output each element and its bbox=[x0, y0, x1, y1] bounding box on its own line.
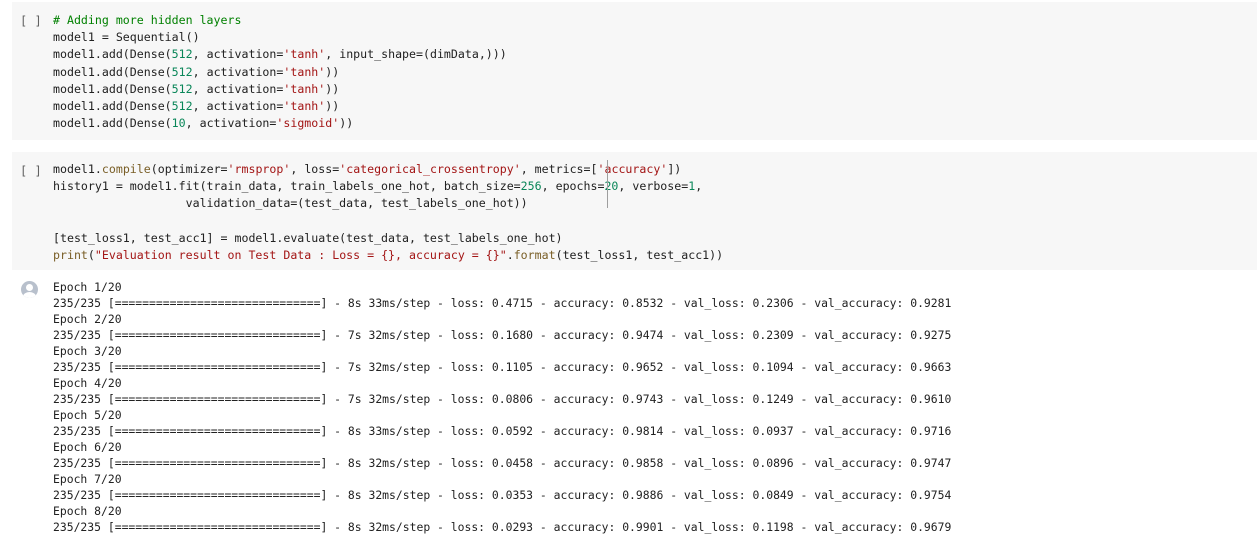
training-progress-line: 235/235 [==============================]… bbox=[53, 296, 952, 310]
code-token: # Adding more hidden layers bbox=[53, 13, 242, 27]
epoch-header-line: Epoch 8/20 bbox=[53, 504, 122, 518]
epoch-header-line: Epoch 3/20 bbox=[53, 344, 122, 358]
training-progress-line: 235/235 [==============================]… bbox=[53, 424, 952, 438]
code-line: model1.add(Dense(512, activation='tanh',… bbox=[53, 46, 507, 63]
code-line: model1.add(Dense(512, activation='tanh')… bbox=[53, 64, 507, 81]
epoch-header-line: Epoch 5/20 bbox=[53, 408, 122, 422]
training-progress-line: 235/235 [==============================]… bbox=[53, 456, 952, 470]
code-token: 'tanh' bbox=[283, 64, 326, 79]
run-cell-button[interactable]: [ ] bbox=[20, 14, 44, 30]
code-token: "Evaluation result on Test Data : Loss =… bbox=[94, 247, 507, 262]
training-progress-line: 235/235 [==============================]… bbox=[53, 520, 952, 534]
code-token: 'rmsprop' bbox=[227, 162, 291, 176]
code-token: format bbox=[513, 247, 556, 262]
code-token: model1.add(Dense( bbox=[53, 81, 172, 96]
code-token: )) bbox=[325, 64, 340, 79]
training-progress-line: 235/235 [==============================]… bbox=[53, 360, 952, 374]
code-line: # Adding more hidden layers bbox=[53, 12, 507, 29]
code-token: , metrics=[ bbox=[520, 162, 598, 176]
code-token: 512 bbox=[171, 81, 193, 96]
training-progress-line: 235/235 [==============================]… bbox=[53, 328, 952, 342]
code-line: model1.add(Dense(512, activation='tanh')… bbox=[53, 98, 507, 115]
code-editor[interactable]: model1.compile(optimizer='rmsprop', loss… bbox=[53, 161, 723, 264]
code-token: model1.add(Dense( bbox=[53, 116, 172, 131]
code-token: 10 bbox=[171, 116, 186, 131]
code-token: print bbox=[53, 247, 88, 262]
code-token: )) bbox=[339, 116, 354, 131]
code-token: , verbose= bbox=[618, 179, 689, 194]
code-line: model1.add(Dense(10, activation='sigmoid… bbox=[53, 115, 507, 132]
code-line: model1.add(Dense(512, activation='tanh')… bbox=[53, 81, 507, 98]
code-token: )) bbox=[325, 98, 340, 113]
code-token: [test_loss1, test_acc1] = model1.evaluat… bbox=[53, 230, 563, 245]
code-line: validation_data=(test_data, test_labels_… bbox=[53, 195, 723, 212]
cell-output: Epoch 1/20 235/235 [=====================… bbox=[12, 272, 1257, 536]
code-token: 256 bbox=[520, 179, 542, 194]
code-token: 'tanh' bbox=[283, 47, 326, 62]
code-line: history1 = model1.fit(train_data, train_… bbox=[53, 178, 723, 195]
code-token: ]) bbox=[667, 162, 682, 176]
code-token: model1.add(Dense( bbox=[53, 98, 172, 113]
code-token: model1.add(Dense( bbox=[53, 47, 172, 62]
code-token: 'tanh' bbox=[283, 98, 326, 113]
code-token: , activation= bbox=[192, 81, 284, 96]
code-line: [test_loss1, test_acc1] = model1.evaluat… bbox=[53, 230, 723, 247]
code-token: model1.add(Dense( bbox=[53, 64, 172, 79]
output-text: Epoch 1/20 235/235 [=====================… bbox=[53, 279, 951, 535]
code-token: . bbox=[506, 247, 514, 262]
code-line: model1 = Sequential() bbox=[53, 29, 507, 46]
code-token: validation_data=(test_data, test_labels_… bbox=[53, 196, 528, 211]
output-avatar-icon[interactable] bbox=[21, 281, 38, 298]
code-token: 'tanh' bbox=[283, 81, 326, 96]
code-token: 512 bbox=[171, 98, 193, 113]
code-editor[interactable]: # Adding more hidden layers model1 = Sequ… bbox=[53, 12, 507, 132]
training-progress-line: 235/235 [==============================]… bbox=[53, 488, 952, 502]
code-token: , bbox=[695, 179, 703, 194]
code-token: ( bbox=[87, 247, 95, 262]
code-token: , epochs= bbox=[541, 179, 605, 194]
code-token: , loss= bbox=[290, 162, 340, 176]
epoch-header-line: Epoch 6/20 bbox=[53, 440, 122, 454]
epoch-header-line: Epoch 2/20 bbox=[53, 312, 122, 326]
code-token: 'categorical_crossentropy' bbox=[339, 162, 521, 176]
run-cell-button[interactable]: [ ] bbox=[20, 164, 44, 180]
code-token: history1 = model1.fit(train_data, train_… bbox=[53, 179, 521, 194]
epoch-header-line: Epoch 1/20 bbox=[53, 280, 122, 294]
code-token: model1 = Sequential() bbox=[53, 30, 200, 45]
code-token: (optimizer= bbox=[150, 162, 228, 176]
code-token: , activation= bbox=[192, 98, 284, 113]
text-cursor bbox=[607, 160, 608, 208]
code-token: , activation= bbox=[192, 47, 284, 62]
code-cell-compile-fit[interactable]: [ ] model1.compile(optimizer='rmsprop', … bbox=[12, 152, 1257, 270]
code-token: )) bbox=[325, 81, 340, 96]
code-token: , input_shape=(dimData,))) bbox=[325, 47, 507, 62]
training-progress-line: 235/235 [==============================]… bbox=[53, 392, 952, 406]
epoch-header-line: Epoch 7/20 bbox=[53, 472, 122, 486]
code-line: print("Evaluation result on Test Data : … bbox=[53, 247, 723, 264]
code-token: 'sigmoid' bbox=[276, 116, 340, 131]
code-token: 512 bbox=[171, 64, 193, 79]
code-token: (test_loss1, test_acc1)) bbox=[555, 247, 724, 262]
code-token: model1. bbox=[53, 162, 102, 176]
code-token: , activation= bbox=[185, 116, 277, 131]
code-line: model1.compile(optimizer='rmsprop', loss… bbox=[53, 161, 723, 178]
epoch-header-line: Epoch 4/20 bbox=[53, 376, 122, 390]
code-cell-model-definition[interactable]: [ ] # Adding more hidden layers model1 = … bbox=[12, 2, 1257, 140]
code-token: , activation= bbox=[192, 64, 284, 79]
code-token: compile bbox=[101, 162, 151, 176]
code-token: 512 bbox=[171, 47, 193, 62]
